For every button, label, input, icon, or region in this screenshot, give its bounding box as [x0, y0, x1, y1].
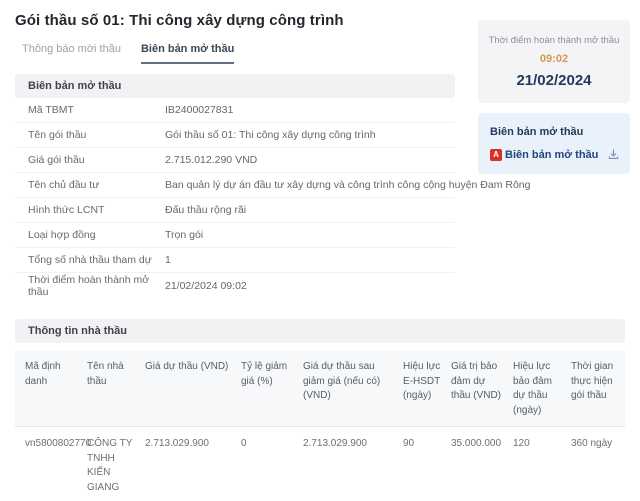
detail-label: Tổng số nhà thầu tham dự: [28, 254, 152, 266]
completion-time: 09:02: [539, 53, 569, 65]
col-header-contractor-name: Tên nhà thầu: [87, 361, 124, 387]
col-header-discount-rate: Tỷ lệ giảm giá (%): [241, 361, 288, 387]
doc-file-label: Biên bản mở thầu: [505, 148, 599, 161]
detail-row-package-name: Tên gói thầu Gói thầu số 01: Thi công xâ…: [15, 123, 455, 148]
doc-card-title: Biên bản mở thầu: [490, 126, 584, 138]
pdf-icon: [490, 148, 502, 161]
download-icon[interactable]: [607, 148, 620, 161]
detail-row-contractor-count: Tổng số nhà thầu tham dự 1: [15, 248, 455, 273]
detail-value: Trọn gói: [165, 229, 204, 241]
cell-identifier: vn5800802770: [25, 438, 92, 449]
cell-ehsdt-validity: 90: [403, 438, 415, 449]
detail-label: Mã TBMT: [28, 104, 74, 116]
detail-row-contract-type: Loại hợp đồng Trọn gói: [15, 223, 455, 248]
cell-bid-price: 2.713.029.900: [145, 438, 209, 449]
cell-execution-duration: 360 ngày: [571, 438, 613, 449]
tab-bid-opening-record[interactable]: Biên bản mở thầu: [140, 43, 235, 64]
col-header-bid-security-validity: Hiệu lực bảo đảm dự thầu (ngày): [513, 361, 552, 416]
detail-label: Thời điểm hoàn thành mở thầu: [28, 273, 150, 298]
cell-bid-security-value: 35.000.000: [451, 438, 502, 449]
opening-completion-card: Thời điểm hoàn thành mở thầu 09:02 21/02…: [478, 20, 630, 103]
bid-package-page: Gói thầu số 01: Thi công xây dựng công t…: [0, 12, 640, 493]
record-detail-list: Mã TBMT IB2400027831 Tên gói thầu Gói th…: [15, 98, 531, 298]
detail-value: 21/02/2024 09:02: [165, 279, 247, 292]
detail-row-selection-method: Hình thức LCNT Đấu thầu rộng rãi: [15, 198, 455, 223]
col-header-bid-price-after-discount: Giá dự thầu sau giảm giá (nếu có) (VND): [303, 361, 381, 401]
tab-invitation-notice[interactable]: Thông báo mời thầu: [22, 43, 121, 64]
table-row: vn5800802770 CÔNG TY TNHH KIẾN GIANG 2.7…: [15, 427, 625, 501]
contractor-table: Mã định danh Tên nhà thầu Giá dự thầu (V…: [15, 351, 625, 501]
record-section-header: Biên bản mở thầu: [15, 74, 455, 98]
detail-value: 2.715.012.290 VND: [165, 154, 258, 166]
cell-bid-price-after-discount: 2.713.029.900: [303, 438, 367, 449]
right-panel: Thời điểm hoàn thành mở thầu 09:02 21/02…: [478, 20, 630, 174]
col-header-bid-price: Giá dự thầu (VND): [145, 361, 229, 372]
detail-label: Loại hợp đồng: [28, 229, 96, 241]
detail-value: Ban quản lý dự án đầu tư xây dựng và côn…: [165, 179, 531, 191]
bid-opening-record-file-link[interactable]: Biên bản mở thầu: [490, 148, 620, 161]
cell-bid-security-validity: 120: [513, 438, 530, 449]
detail-value: Đấu thầu rộng rãi: [165, 204, 247, 216]
detail-label: Tên gói thầu: [28, 129, 87, 141]
detail-row-package-price: Giá gói thầu 2.715.012.290 VND: [15, 148, 455, 173]
cell-contractor-name: CÔNG TY TNHH KIẾN GIANG: [87, 438, 133, 493]
col-header-execution-duration: Thời gian thực hiện gói thầu: [571, 361, 614, 401]
completion-date: 21/02/2024: [516, 72, 592, 89]
completion-card-label: Thời điểm hoàn thành mở thầu: [488, 35, 620, 46]
cell-discount-rate: 0: [241, 438, 247, 449]
col-header-identifier: Mã định danh: [25, 361, 61, 387]
col-header-ehsdt-validity: Hiệu lực E-HSDT (ngày): [403, 361, 441, 401]
col-header-bid-security-value: Giá trị bảo đảm dự thầu (VND): [451, 361, 502, 401]
detail-value: IB2400027831: [165, 104, 234, 116]
detail-row-tbmt-code: Mã TBMT IB2400027831: [15, 98, 455, 123]
bid-opening-record-card: Biên bản mở thầu Biên bản mở thầu: [478, 113, 630, 174]
detail-label: Tên chủ đầu tư: [28, 179, 100, 191]
contractor-section-header: Thông tin nhà thầu: [15, 319, 625, 343]
detail-label: Hình thức LCNT: [28, 204, 105, 216]
detail-value: 1: [165, 254, 171, 266]
detail-label: Giá gói thầu: [28, 154, 85, 166]
detail-row-investor-name: Tên chủ đầu tư Ban quản lý dự án đầu tư …: [15, 173, 531, 198]
detail-row-opening-completion-time: Thời điểm hoàn thành mở thầu 21/02/2024 …: [15, 273, 455, 298]
contractor-table-header-row: Mã định danh Tên nhà thầu Giá dự thầu (V…: [15, 351, 625, 427]
detail-value: Gói thầu số 01: Thi công xây dựng công t…: [165, 129, 376, 141]
